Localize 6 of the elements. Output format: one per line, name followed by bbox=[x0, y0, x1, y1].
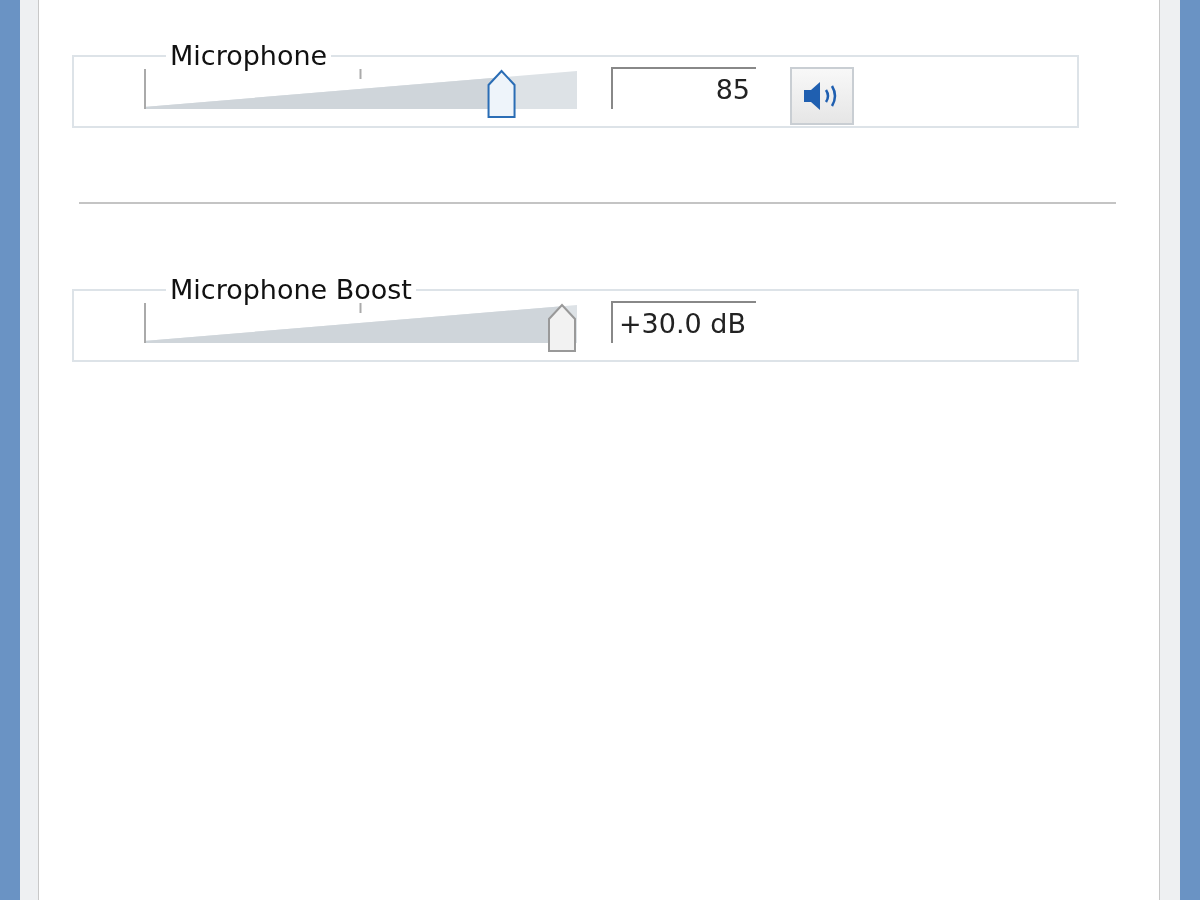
slider-thumb[interactable] bbox=[487, 69, 516, 118]
level-field[interactable]: 85 bbox=[611, 67, 756, 109]
group-label: Microphone Boost bbox=[169, 274, 413, 305]
level-field[interactable]: +30.0 dB bbox=[611, 301, 756, 343]
group-label: Microphone bbox=[169, 40, 329, 71]
mute-button[interactable] bbox=[790, 67, 854, 125]
